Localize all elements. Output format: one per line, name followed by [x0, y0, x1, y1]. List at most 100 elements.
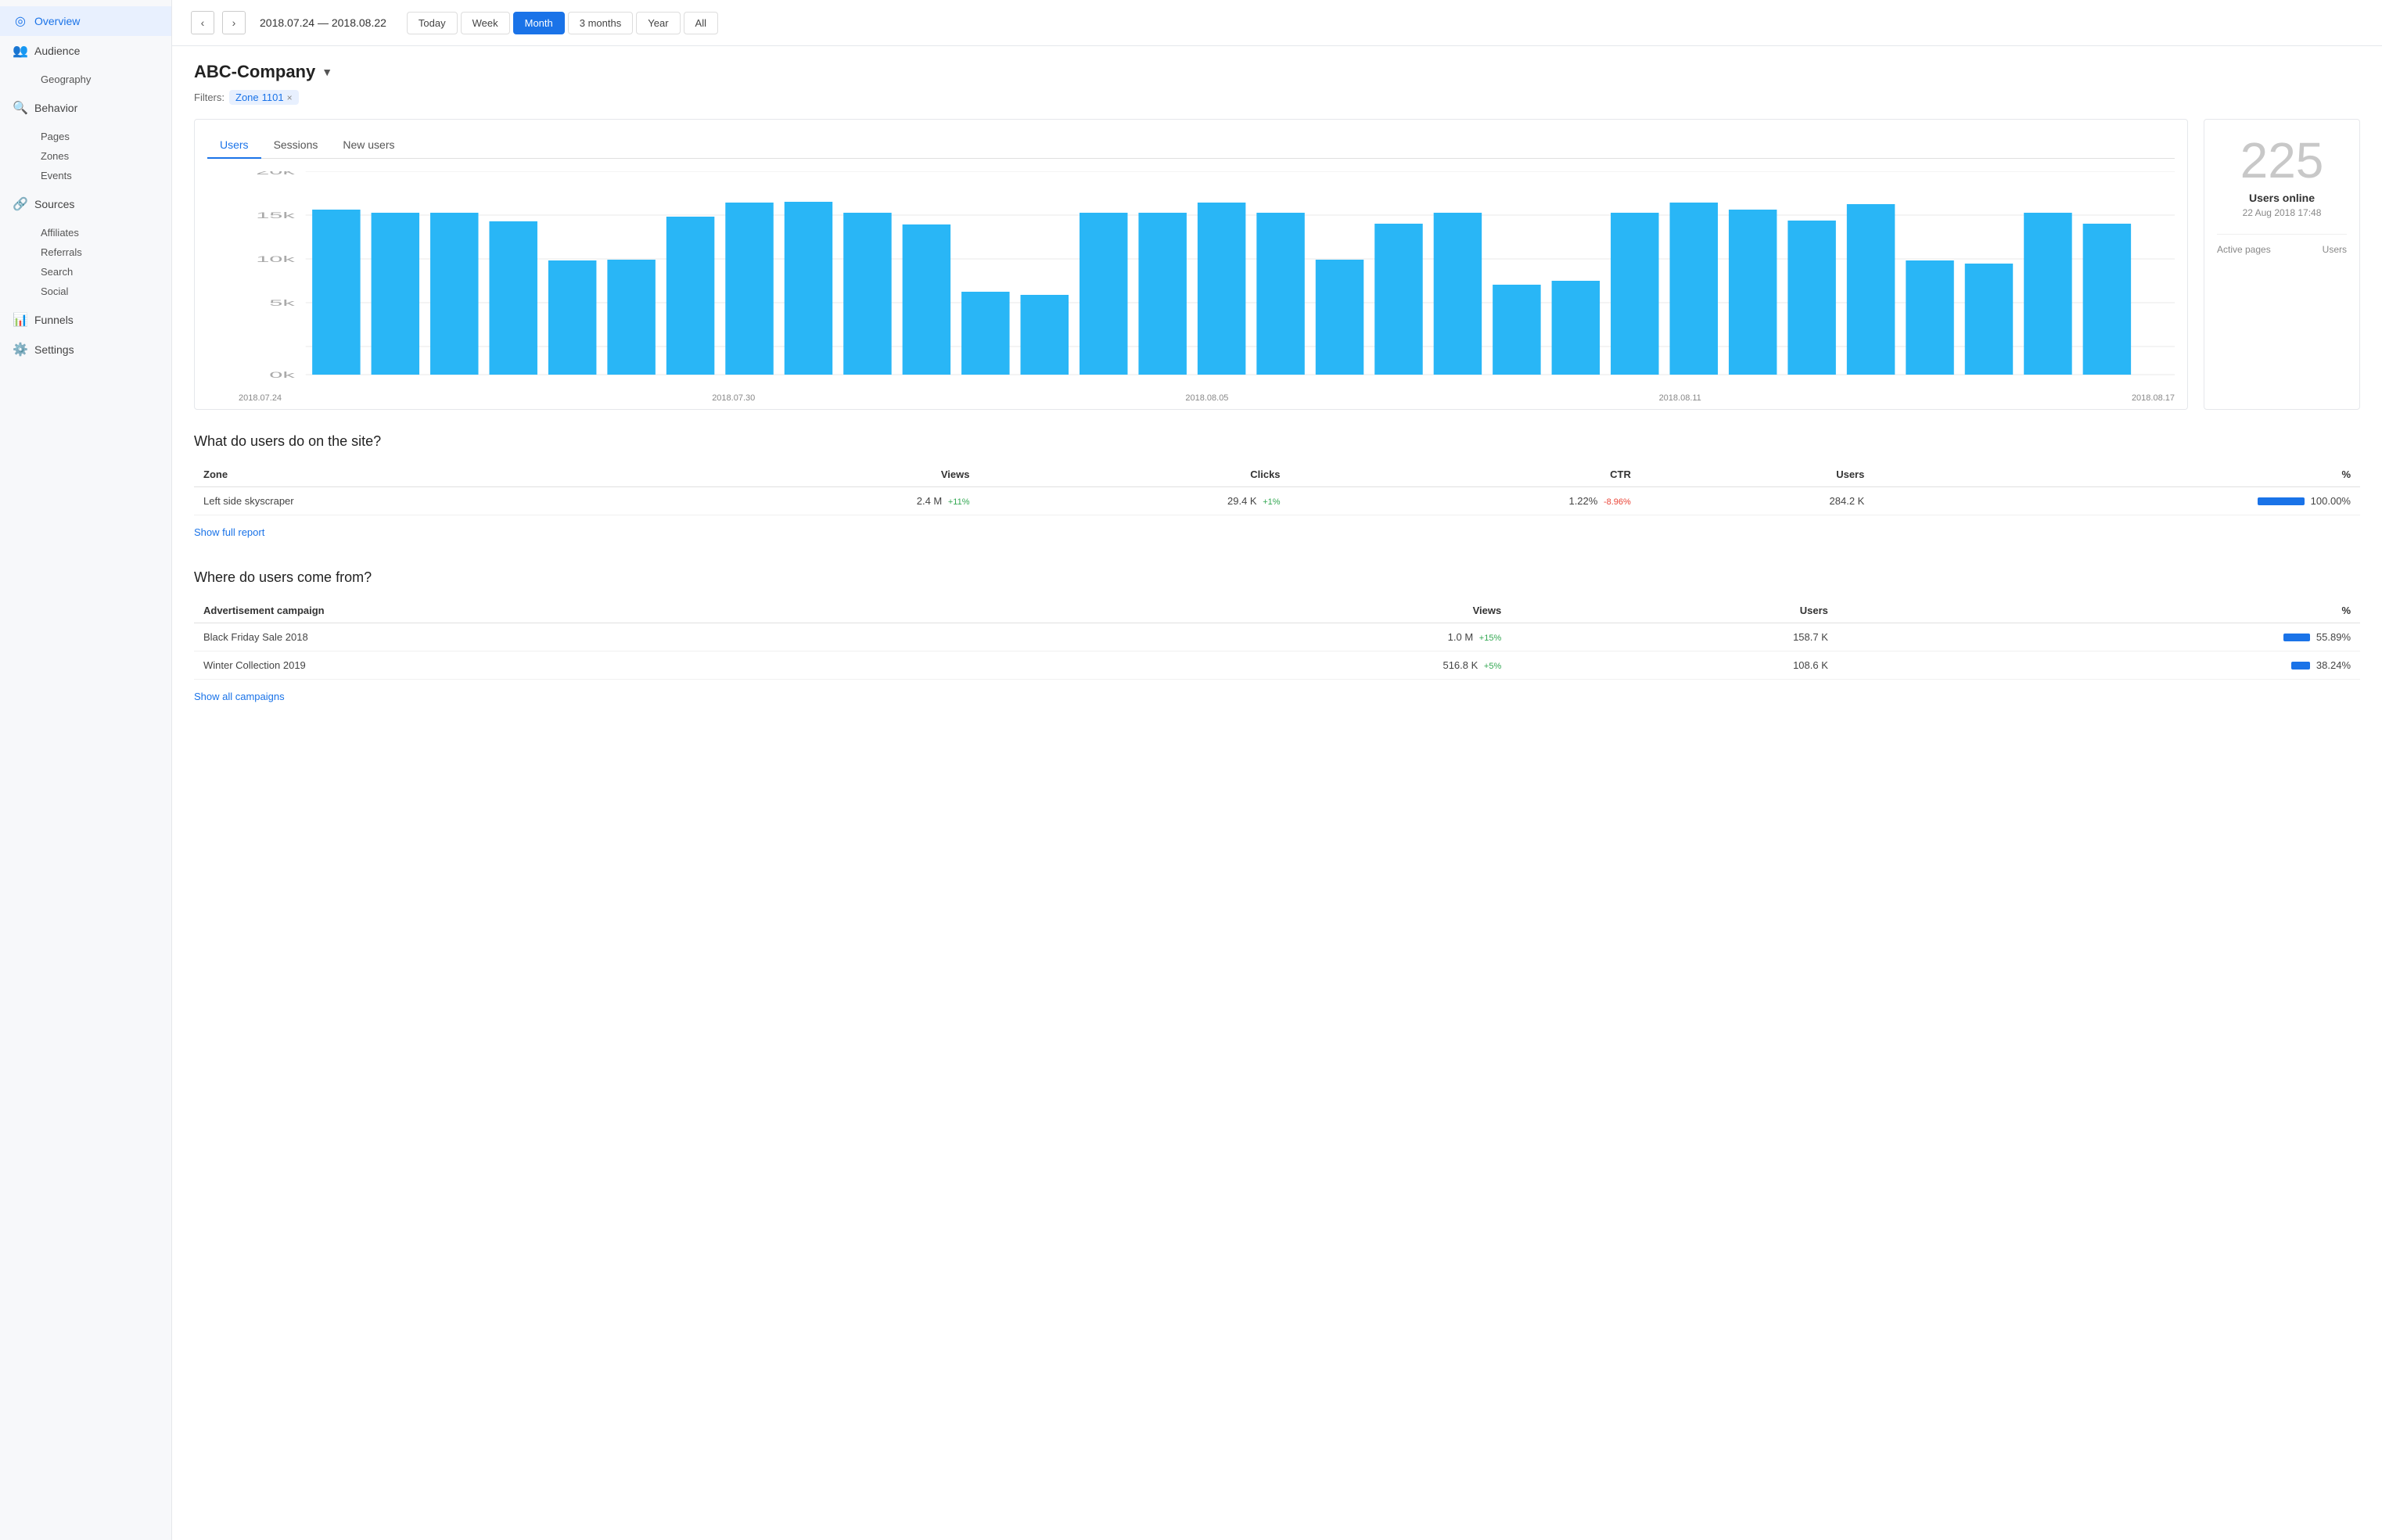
sidebar-item-events[interactable]: Events	[34, 166, 171, 185]
zone-percent: 100.00%	[1874, 487, 2360, 515]
sidebar-item-affiliates[interactable]: Affiliates	[34, 223, 171, 242]
period-week[interactable]: Week	[461, 12, 510, 34]
svg-text:5k: 5k	[269, 298, 295, 307]
next-button[interactable]: ›	[222, 11, 246, 34]
prev-button[interactable]: ‹	[191, 11, 214, 34]
period-buttons: Today Week Month 3 months Year All	[407, 12, 718, 34]
company-name: ABC-Company	[194, 62, 315, 82]
progress-bar	[2258, 497, 2305, 505]
progress-bar-1	[2283, 634, 2310, 641]
audience-icon: 👥	[13, 43, 28, 59]
sidebar-item-funnels[interactable]: 📊 Funnels	[0, 305, 171, 335]
filters-row: Filters: Zone 1101 ×	[194, 90, 2360, 105]
overview-icon: ◎	[13, 13, 28, 29]
campaign-views-1: 1.0 M +15%	[1042, 623, 1511, 652]
col-campaign: Advertisement campaign	[194, 598, 1042, 623]
tab-sessions[interactable]: Sessions	[261, 132, 331, 159]
zone-name: Left side skyscraper	[194, 487, 668, 515]
online-label: Users online	[2249, 192, 2315, 204]
campaign-percent-1: 55.89%	[1838, 623, 2360, 652]
filters-label: Filters:	[194, 92, 225, 103]
chart-section: Users Sessions New users	[194, 119, 2360, 410]
sidebar-item-sources-label: Sources	[34, 198, 74, 210]
sidebar-item-pages[interactable]: Pages	[34, 127, 171, 146]
period-year[interactable]: Year	[636, 12, 680, 34]
sidebar-item-audience-label: Audience	[34, 45, 80, 57]
show-full-report-link[interactable]: Show full report	[194, 526, 264, 538]
sidebar-item-behavior-label: Behavior	[34, 102, 77, 114]
period-all[interactable]: All	[684, 12, 718, 34]
funnels-icon: 📊	[13, 312, 28, 328]
chart-svg: 20k 15k 10k 5k 0k	[207, 171, 2175, 390]
table-row: Black Friday Sale 2018 1.0 M +15% 158.7 …	[194, 623, 2360, 652]
zone-ctr: 1.22% -8.96%	[1290, 487, 1640, 515]
col-views2: Views	[1042, 598, 1511, 623]
main-content: ‹ › 2018.07.24 — 2018.08.22 Today Week M…	[172, 0, 2382, 1540]
tab-new-users[interactable]: New users	[330, 132, 407, 159]
sidebar-item-behavior[interactable]: 🔍 Behavior	[0, 93, 171, 123]
behavior-icon: 🔍	[13, 100, 28, 116]
sources-icon: 🔗	[13, 196, 28, 212]
x-label-4: 2018.08.11	[1659, 393, 1701, 403]
active-pages-header: Active pages Users	[2217, 234, 2347, 255]
content-area: ABC-Company ▼ Filters: Zone 1101 × Users…	[172, 46, 2382, 1540]
filter-zone-tag: Zone 1101 ×	[229, 90, 299, 105]
table-row: Winter Collection 2019 516.8 K +5% 108.6…	[194, 652, 2360, 680]
campaigns-table: Advertisement campaign Views Users % Bla…	[194, 598, 2360, 680]
company-header: ABC-Company ▼	[194, 62, 2360, 82]
svg-text:15k: 15k	[256, 210, 295, 220]
online-date: 22 Aug 2018 17:48	[2243, 207, 2322, 218]
what-users-do-title: What do users do on the site?	[194, 433, 2360, 450]
sidebar: ◎ Overview 👥 Audience Geography 🔍 Behavi…	[0, 0, 172, 1540]
toolbar: ‹ › 2018.07.24 — 2018.08.22 Today Week M…	[172, 0, 2382, 46]
chart-area: 20k 15k 10k 5k 0k	[207, 171, 2175, 390]
col-percent: %	[1874, 462, 2360, 487]
x-label-1: 2018.07.24	[239, 393, 282, 403]
where-from-section: Where do users come from? Advertisement …	[194, 569, 2360, 715]
period-today[interactable]: Today	[407, 12, 458, 34]
filter-remove-button[interactable]: ×	[287, 92, 293, 103]
campaign-users-2: 108.6 K	[1511, 652, 1838, 680]
campaign-percent-2: 38.24%	[1838, 652, 2360, 680]
views-badge: +11%	[948, 497, 970, 507]
where-from-title: Where do users come from?	[194, 569, 2360, 586]
period-month[interactable]: Month	[513, 12, 565, 34]
show-all-campaigns-link[interactable]: Show all campaigns	[194, 691, 285, 702]
table-row: Left side skyscraper 2.4 M +11% 29.4 K +…	[194, 487, 2360, 515]
progress-bar-2	[2291, 662, 2310, 669]
campaign-views-badge-2: +5%	[1484, 662, 1501, 671]
col-percent2: %	[1838, 598, 2360, 623]
filter-zone-value: 1101	[262, 92, 284, 103]
active-pages-label: Active pages	[2217, 244, 2271, 255]
sidebar-item-referrals[interactable]: Referrals	[34, 242, 171, 262]
filter-zone-label: Zone	[235, 92, 259, 103]
chart-container: Users Sessions New users	[194, 119, 2188, 410]
x-label-3: 2018.08.05	[1185, 393, 1228, 403]
sidebar-item-sources[interactable]: 🔗 Sources	[0, 189, 171, 219]
sidebar-item-settings[interactable]: ⚙️ Settings	[0, 335, 171, 364]
online-count: 225	[2240, 135, 2324, 185]
svg-text:10k: 10k	[256, 254, 295, 264]
sidebar-item-funnels-label: Funnels	[34, 314, 74, 326]
period-3months[interactable]: 3 months	[568, 12, 633, 34]
sidebar-item-search[interactable]: Search	[34, 262, 171, 282]
col-views: Views	[668, 462, 979, 487]
progress-bar-wrap-2: 38.24%	[1847, 659, 2351, 671]
zone-clicks: 29.4 K +1%	[979, 487, 1290, 515]
sidebar-item-overview-label: Overview	[34, 15, 80, 27]
zones-table: Zone Views Clicks CTR Users % Left side …	[194, 462, 2360, 515]
ctr-badge: -8.96%	[1604, 497, 1631, 507]
sidebar-item-geography[interactable]: Geography	[34, 70, 171, 89]
sidebar-item-zones[interactable]: Zones	[34, 146, 171, 166]
col-zone: Zone	[194, 462, 668, 487]
zone-users: 284.2 K	[1640, 487, 1874, 515]
sidebar-item-overview[interactable]: ◎ Overview	[0, 6, 171, 36]
tab-users[interactable]: Users	[207, 132, 261, 159]
campaign-name-2: Winter Collection 2019	[194, 652, 1042, 680]
sidebar-item-settings-label: Settings	[34, 343, 74, 356]
clicks-badge: +1%	[1263, 497, 1280, 507]
sidebar-item-social[interactable]: Social	[34, 282, 171, 301]
company-dropdown[interactable]: ▼	[322, 66, 332, 78]
sidebar-item-audience[interactable]: 👥 Audience	[0, 36, 171, 66]
online-widget: 225 Users online 22 Aug 2018 17:48 Activ…	[2204, 119, 2360, 410]
